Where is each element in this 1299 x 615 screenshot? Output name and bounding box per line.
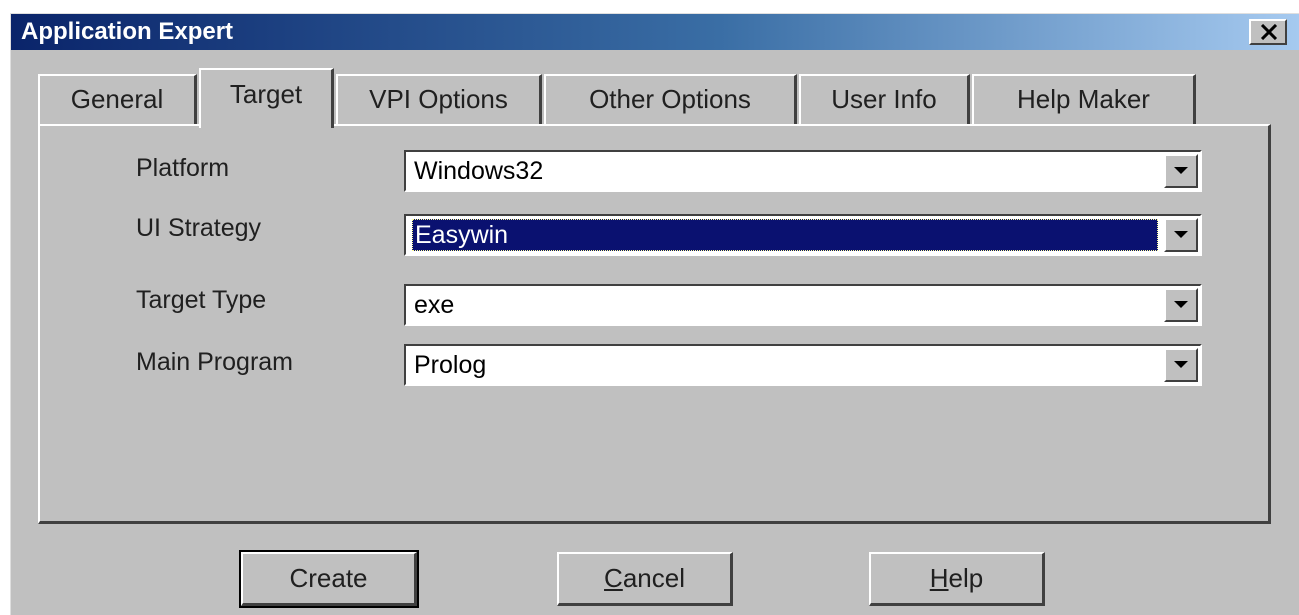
tab-vpi-options[interactable]: VPI Options bbox=[336, 74, 542, 126]
ui-strategy-combobox[interactable]: Easywin bbox=[404, 214, 1202, 256]
dropdown-arrow-icon bbox=[1174, 231, 1188, 238]
ui-strategy-value: Easywin bbox=[412, 219, 1158, 251]
main-program-combobox[interactable]: Prolog bbox=[404, 344, 1202, 386]
tab-general[interactable]: General bbox=[38, 74, 197, 126]
tab-target-label: Target bbox=[229, 79, 303, 109]
platform-value: Windows32 bbox=[414, 157, 544, 185]
tab-user-info-label: User Info bbox=[831, 84, 937, 114]
platform-combobox[interactable]: Windows32 bbox=[404, 150, 1202, 192]
dropdown-arrow-icon bbox=[1174, 167, 1188, 174]
main-program-value: Prolog bbox=[414, 351, 487, 379]
tab-target[interactable]: Target bbox=[199, 68, 334, 128]
tab-other-options-label: Other Options bbox=[589, 84, 751, 114]
tab-vpi-options-label: VPI Options bbox=[369, 84, 508, 114]
window-title: Application Expert bbox=[21, 18, 234, 45]
main-program-label: Main Program bbox=[136, 348, 293, 376]
target-type-combobox[interactable]: exe bbox=[404, 284, 1202, 326]
help-button-label: elp bbox=[948, 563, 984, 593]
help-button-mnemonic: H bbox=[929, 563, 949, 593]
target-type-value: exe bbox=[414, 291, 455, 319]
close-icon bbox=[1260, 24, 1278, 40]
cancel-button-label: ancel bbox=[622, 563, 685, 593]
cancel-button[interactable]: Cancel bbox=[557, 552, 733, 606]
dropdown-arrow-icon bbox=[1174, 361, 1188, 368]
cancel-button-mnemonic: C bbox=[604, 563, 623, 593]
target-tab-panel: Platform Windows32 UI Strategy Easywin T… bbox=[38, 124, 1271, 524]
target-type-label: Target Type bbox=[136, 286, 267, 314]
application-expert-dialog: Application Expert General Target VPI Op… bbox=[10, 13, 1299, 615]
dropdown-arrow-icon bbox=[1174, 301, 1188, 308]
main-program-dropdown-button[interactable] bbox=[1164, 348, 1198, 382]
create-button-label: Create bbox=[289, 563, 368, 593]
platform-label: Platform bbox=[136, 154, 230, 182]
close-button[interactable] bbox=[1249, 19, 1287, 45]
tab-user-info[interactable]: User Info bbox=[799, 74, 970, 126]
tab-general-label: General bbox=[70, 84, 164, 114]
create-button[interactable]: Create bbox=[239, 550, 419, 608]
title-bar: Application Expert bbox=[11, 14, 1299, 50]
help-button[interactable]: Help bbox=[869, 552, 1045, 606]
ui-strategy-dropdown-button[interactable] bbox=[1164, 218, 1198, 252]
tab-help-maker-label: Help Maker bbox=[1017, 84, 1150, 114]
target-type-dropdown-button[interactable] bbox=[1164, 288, 1198, 322]
ui-strategy-label: UI Strategy bbox=[136, 214, 262, 242]
platform-dropdown-button[interactable] bbox=[1164, 154, 1198, 188]
tab-other-options[interactable]: Other Options bbox=[544, 74, 797, 126]
tab-help-maker[interactable]: Help Maker bbox=[972, 74, 1196, 126]
